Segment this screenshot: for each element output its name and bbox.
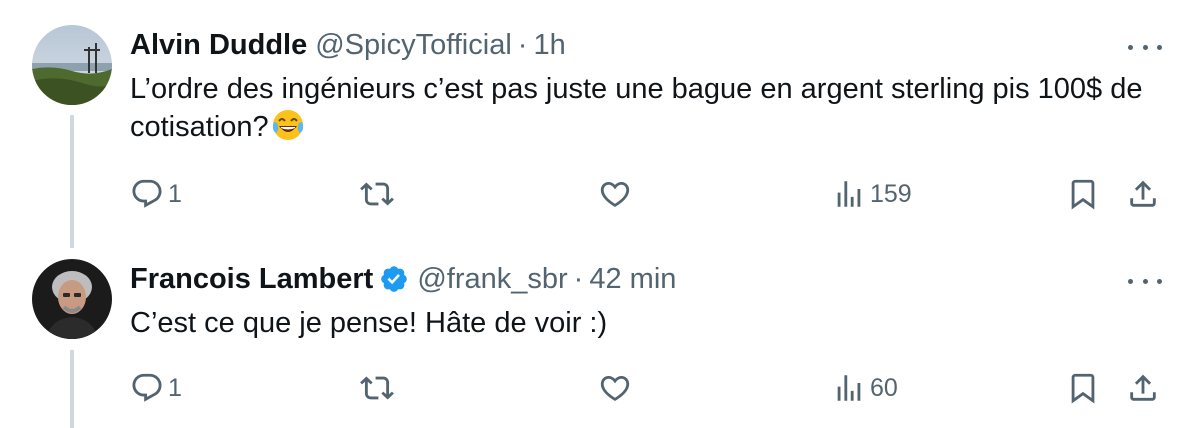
like-button[interactable] xyxy=(598,174,632,214)
separator: · xyxy=(517,29,528,61)
reply-icon xyxy=(132,373,162,402)
tweet-text: L’ordre des ingénieurs c’est pas juste u… xyxy=(130,70,1160,146)
views-count: 60 xyxy=(870,373,898,402)
reply-button[interactable]: 1 xyxy=(130,368,182,408)
bookmark-icon xyxy=(1071,373,1095,404)
bookmark-button[interactable] xyxy=(1066,368,1100,408)
views-button[interactable]: 159 xyxy=(832,174,912,214)
repost-icon xyxy=(360,376,394,400)
verified-icon xyxy=(379,264,409,294)
reply-count: 1 xyxy=(168,179,182,208)
author-name[interactable]: Alvin Duddle xyxy=(130,27,307,63)
views-count: 159 xyxy=(870,179,912,208)
author-handle[interactable]: @SpicyTofficial xyxy=(315,27,512,63)
avatar[interactable] xyxy=(32,259,112,339)
repost-icon xyxy=(360,182,394,206)
share-button[interactable] xyxy=(1126,368,1160,408)
tweet-actions: 1 159 xyxy=(0,174,1192,214)
timestamp[interactable]: 1h xyxy=(533,27,565,63)
reply-count: 1 xyxy=(168,373,182,402)
tweet[interactable]: Alvin Duddle @SpicyTofficial · 1h L’ordr… xyxy=(0,0,1192,248)
author-handle[interactable]: @frank_sbr xyxy=(417,261,567,297)
timestamp[interactable]: 42 min xyxy=(589,261,676,297)
bookmark-icon xyxy=(1071,179,1095,210)
tweet-text: C’est ce que je pense! Hâte de voir :) xyxy=(130,304,1160,342)
views-icon xyxy=(837,181,861,207)
separator: · xyxy=(573,263,584,295)
like-button[interactable] xyxy=(598,368,632,408)
bookmark-button[interactable] xyxy=(1066,174,1100,214)
repost-button[interactable] xyxy=(360,368,394,408)
author-name[interactable]: Francois Lambert xyxy=(130,261,373,297)
reply-icon xyxy=(132,179,162,208)
repost-button[interactable] xyxy=(360,174,394,214)
tweet-header: Alvin Duddle @SpicyTofficial · 1h xyxy=(130,27,1192,63)
more-icon[interactable] xyxy=(1128,37,1162,57)
share-button[interactable] xyxy=(1126,174,1160,214)
share-icon xyxy=(1130,374,1156,401)
views-button[interactable]: 60 xyxy=(832,368,898,408)
more-icon[interactable] xyxy=(1128,271,1162,291)
avatar[interactable] xyxy=(32,25,112,105)
face-with-tears-of-joy-icon xyxy=(271,108,305,142)
like-icon xyxy=(600,375,630,401)
reply-button[interactable]: 1 xyxy=(130,174,182,214)
tweet-actions: 1 60 xyxy=(0,368,1192,408)
like-icon xyxy=(600,181,630,207)
tweet[interactable]: Francois Lambert @frank_sbr · 42 min C’e… xyxy=(0,240,1192,428)
tweet-header: Francois Lambert @frank_sbr · 42 min xyxy=(130,261,1192,297)
tweet-text-content: C’est ce que je pense! Hâte de voir :) xyxy=(130,307,608,339)
views-icon xyxy=(837,375,861,401)
share-icon xyxy=(1130,180,1156,207)
